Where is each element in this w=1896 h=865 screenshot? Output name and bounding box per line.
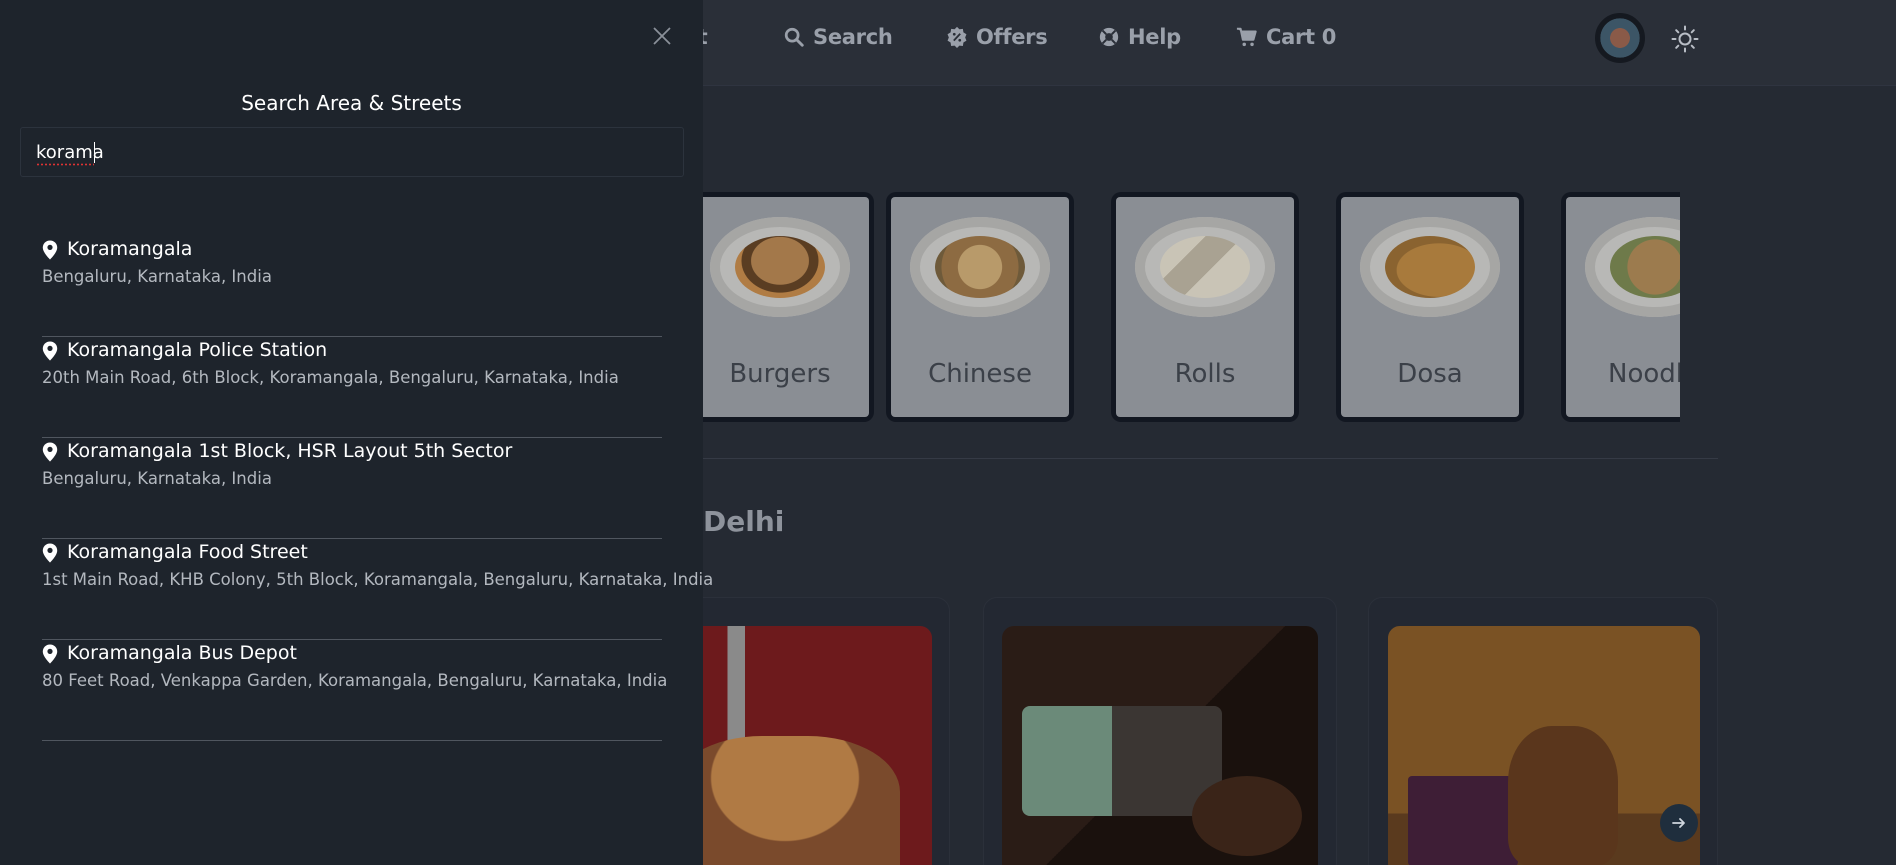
result-item[interactable]: Koramangala Bengaluru, Karnataka, India xyxy=(42,236,662,337)
result-item[interactable]: Koramangala Bus Depot 80 Feet Road, Venk… xyxy=(42,640,667,741)
result-subtitle: 20th Main Road, 6th Block, Koramangala, … xyxy=(42,368,619,387)
result-item[interactable]: Koramangala Police Station 20th Main Roa… xyxy=(42,337,662,438)
result-subtitle: 1st Main Road, KHB Colony, 5th Block, Ko… xyxy=(42,570,714,589)
result-title: Koramangala Bus Depot xyxy=(67,642,297,664)
location-pin-icon xyxy=(42,543,58,563)
result-subtitle: Bengaluru, Karnataka, India xyxy=(42,469,272,488)
search-input[interactable] xyxy=(21,128,683,176)
result-subtitle: 80 Feet Road, Venkappa Garden, Koramanga… xyxy=(42,671,668,690)
location-pin-icon xyxy=(42,341,58,361)
result-title: Koramangala Food Street xyxy=(67,541,308,563)
text-caret xyxy=(94,142,95,163)
result-item[interactable]: Koramangala 1st Block, HSR Layout 5th Se… xyxy=(42,438,662,539)
spellcheck-underline xyxy=(36,163,94,166)
search-field[interactable] xyxy=(20,127,684,177)
location-search-panel: Search Area & Streets Koramangala Bengal… xyxy=(0,0,713,865)
result-subtitle: Bengaluru, Karnataka, India xyxy=(42,267,272,286)
result-title: Koramangala 1st Block, HSR Layout 5th Se… xyxy=(67,440,513,462)
panel-title: Search Area & Streets xyxy=(241,91,462,115)
location-pin-icon xyxy=(42,240,58,260)
location-pin-icon xyxy=(42,442,58,462)
location-pin-icon xyxy=(42,644,58,664)
close-icon[interactable] xyxy=(650,24,674,48)
result-title: Koramangala xyxy=(67,238,193,260)
result-title: Koramangala Police Station xyxy=(67,339,328,361)
result-item[interactable]: Koramangala Food Street 1st Main Road, K… xyxy=(42,539,713,640)
